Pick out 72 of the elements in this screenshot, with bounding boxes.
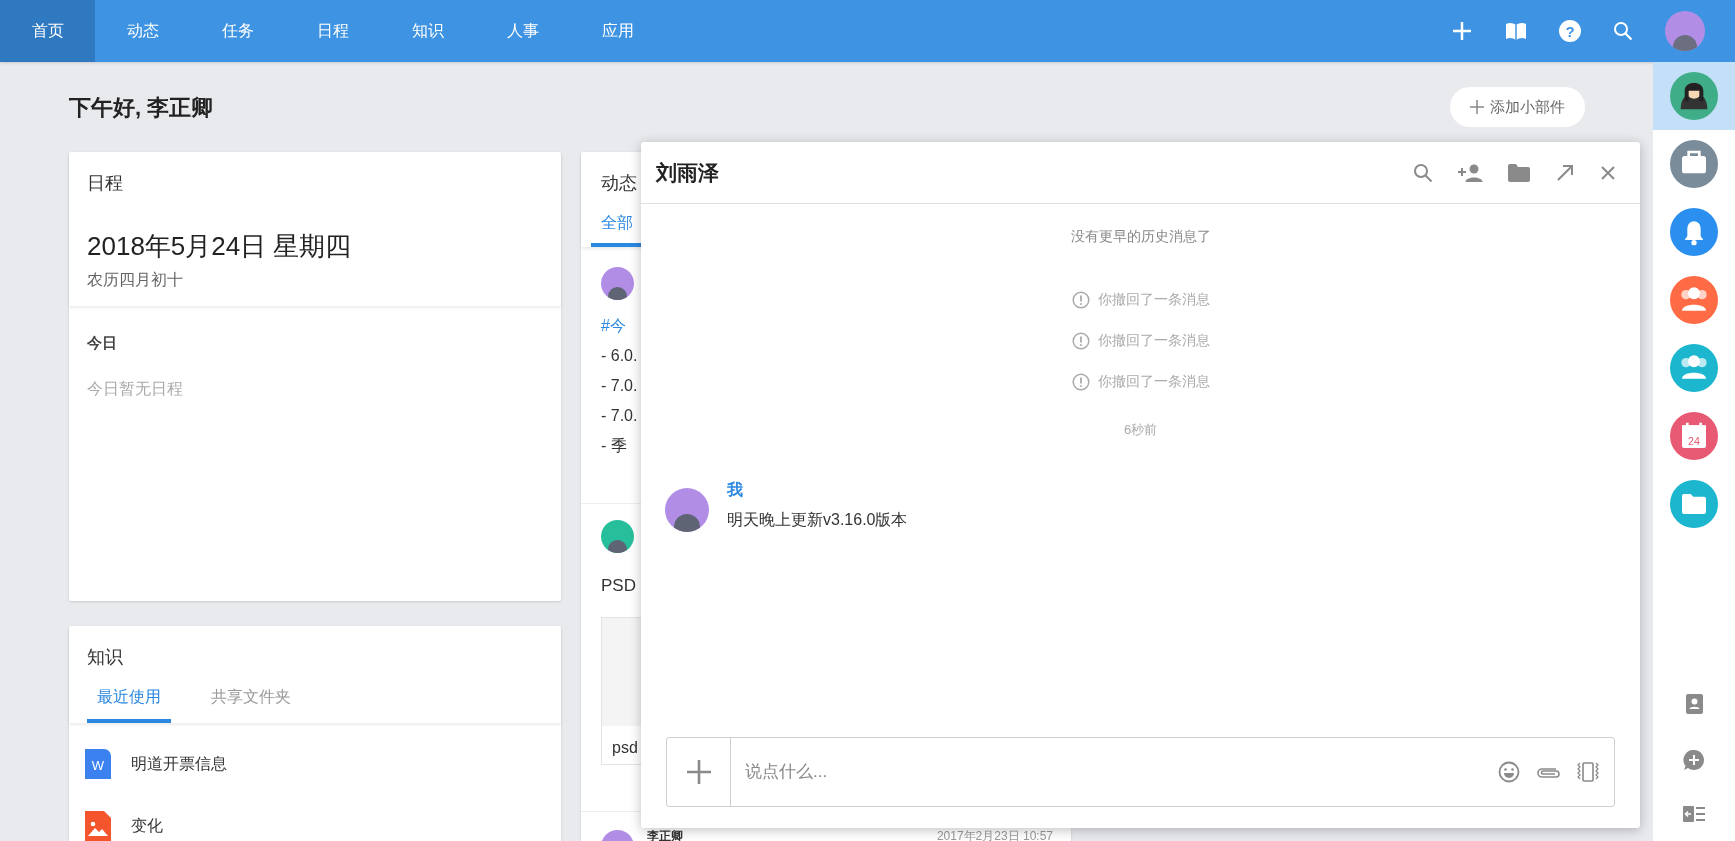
recall-notice: 你撤回了一条消息 <box>1097 372 1210 391</box>
avatar <box>601 520 634 553</box>
file-name: psd <box>611 737 639 758</box>
plus-icon[interactable] <box>685 759 712 785</box>
nav-tab[interactable]: 动态 <box>95 0 190 62</box>
search-icon[interactable] <box>1613 21 1633 41</box>
group-icon <box>1670 276 1718 324</box>
nav-tab[interactable]: 首页 <box>0 0 95 62</box>
post-line: - 季 <box>601 436 627 456</box>
paperclip-icon[interactable] <box>1536 765 1560 779</box>
post-line: - 6.0. <box>601 346 638 366</box>
alert-icon <box>1071 290 1090 309</box>
post-line: - 7.0. <box>601 376 638 396</box>
recall-notice: 你撤回了一条消息 <box>1097 331 1210 350</box>
message-time: 6秒前 <box>1123 421 1158 439</box>
card-title: 日程 <box>87 172 123 195</box>
chat-title: 刘雨泽 <box>656 159 719 186</box>
word-file-icon: W <box>85 749 111 779</box>
post-line: - 7.0. <box>601 406 638 426</box>
message-text: 明天晚上更新v3.16.0版本 <box>727 509 908 530</box>
contacts-icon[interactable] <box>1684 693 1704 715</box>
book-icon[interactable] <box>1505 21 1527 41</box>
team-icon <box>1670 344 1718 392</box>
alert-icon <box>1071 331 1090 350</box>
nav-tab[interactable]: 任务 <box>190 0 285 62</box>
bell-icon <box>1670 208 1718 256</box>
collapse-icon[interactable] <box>1683 805 1705 823</box>
avatar <box>601 267 634 300</box>
search-icon[interactable] <box>1413 162 1433 183</box>
author-name: 李正卿 <box>647 830 683 841</box>
folder-icon <box>1670 480 1718 528</box>
section-label: 今日 <box>87 333 117 353</box>
briefcase-icon <box>1670 140 1718 188</box>
recall-notice: 你撤回了一条消息 <box>1097 290 1210 309</box>
add-widget-button[interactable]: 添加小部件 <box>1450 87 1585 127</box>
post-time: 2017年2月23日 10:57 <box>936 830 1053 841</box>
alert-icon <box>1071 372 1090 391</box>
empty-text: 今日暂无日程 <box>87 378 183 399</box>
sidebar-item[interactable] <box>1653 62 1735 130</box>
nav-tab[interactable]: 知识 <box>380 0 475 62</box>
nav-tab[interactable]: 日程 <box>285 0 380 62</box>
add-person-icon[interactable] <box>1457 162 1483 183</box>
folder-icon[interactable] <box>1507 162 1531 183</box>
card-title: 动态 <box>601 172 637 195</box>
message-input[interactable]: 说点什么... <box>731 738 1498 806</box>
nav-tab[interactable]: 人事 <box>475 0 570 62</box>
hashtag-link[interactable]: #今 <box>601 314 626 338</box>
card-title: 知识 <box>87 646 123 669</box>
help-icon[interactable]: ? <box>1559 20 1581 42</box>
vibrate-icon[interactable] <box>1576 761 1600 783</box>
sidebar-item[interactable]: 24 <box>1653 402 1735 470</box>
add-chat-icon[interactable] <box>1683 749 1705 771</box>
post-text: PSD <box>601 575 636 597</box>
lunar-date: 农历四月初十 <box>87 270 183 290</box>
nav-tab[interactable]: 应用 <box>570 0 665 62</box>
knowledge-tab[interactable]: 最近使用 <box>87 685 171 723</box>
sender-name: 我 <box>727 479 743 500</box>
contact-avatar <box>1670 72 1718 120</box>
close-icon[interactable] <box>1599 163 1617 182</box>
avatar <box>665 487 709 532</box>
user-avatar[interactable] <box>1665 11 1705 51</box>
calendar-icon: 24 <box>1670 412 1718 460</box>
file-name[interactable]: 变化 <box>131 814 163 838</box>
knowledge-tab[interactable]: 共享文件夹 <box>201 685 301 723</box>
plus-icon <box>1470 100 1484 114</box>
expand-arrow-icon[interactable] <box>1555 162 1575 183</box>
message-composer[interactable]: 说点什么... <box>666 737 1615 807</box>
greeting: 下午好, 李正卿 <box>69 93 214 122</box>
history-notice: 没有更早的历史消息了 <box>1070 227 1211 246</box>
date-text: 2018年5月24日 星期四 <box>87 230 352 263</box>
emoji-icon[interactable] <box>1498 761 1520 783</box>
file-name[interactable]: 明道开票信息 <box>131 752 227 776</box>
